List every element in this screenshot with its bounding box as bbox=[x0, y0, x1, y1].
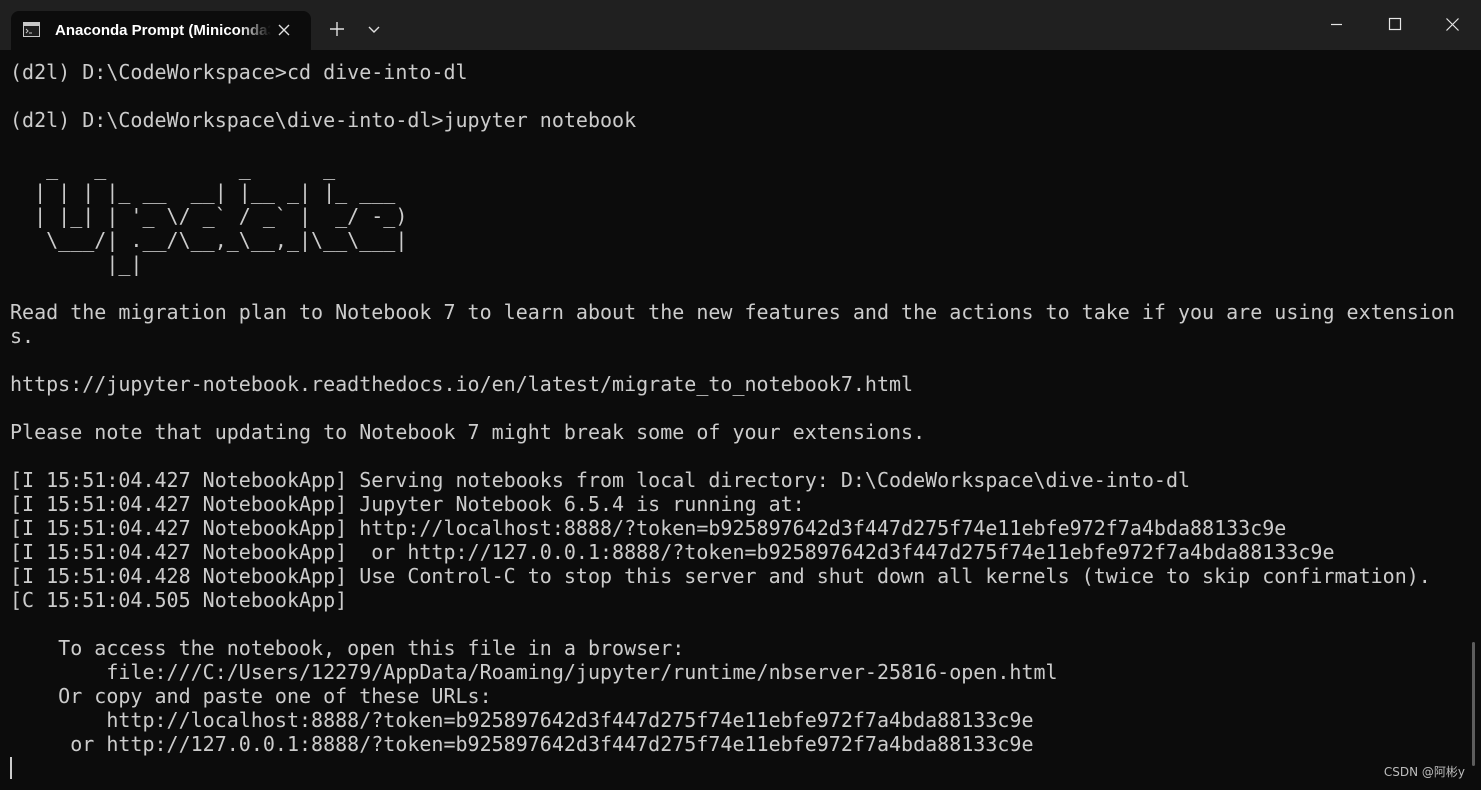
jupyter-ascii-art-line: | | | |_ __ __| |__ _| |_ ___ bbox=[10, 180, 396, 204]
jupyter-ascii-art-line: |_| bbox=[10, 252, 143, 276]
text-cursor bbox=[10, 757, 12, 779]
close-icon bbox=[1423, 0, 1481, 50]
terminal-line: https://jupyter-notebook.readthedocs.io/… bbox=[10, 372, 914, 396]
close-icon[interactable] bbox=[275, 21, 293, 39]
scrollbar[interactable] bbox=[1472, 642, 1475, 766]
maximize-icon bbox=[1365, 0, 1423, 50]
jupyter-ascii-art-line: \___/| .__/\__,_\__,_|\__\___| bbox=[10, 228, 408, 252]
terminal-line: s. bbox=[10, 324, 35, 348]
terminal-line: Please note that updating to Notebook 7 … bbox=[10, 420, 926, 444]
terminal-line: or http://127.0.0.1:8888/?token=b9258976… bbox=[10, 732, 1034, 756]
log-line: [I 15:51:04.427 NotebookApp] Serving not… bbox=[10, 468, 1191, 492]
jupyter-ascii-art-line: _ _ _ _ bbox=[10, 156, 336, 180]
terminal-output[interactable]: (d2l) D:\CodeWorkspace>cd dive-into-dl (… bbox=[0, 50, 1481, 790]
jupyter-ascii-art-line: | |_| | '_ \/ _` / _` | _/ -_) bbox=[10, 204, 408, 228]
log-line: [I 15:51:04.427 NotebookApp] http://loca… bbox=[10, 516, 1287, 540]
plus-icon bbox=[320, 12, 354, 46]
chevron-down-icon bbox=[358, 12, 390, 46]
log-line: [I 15:51:04.427 NotebookApp] Jupyter Not… bbox=[10, 492, 805, 516]
tab-anaconda-prompt[interactable]: Anaconda Prompt (Miniconda3) bbox=[11, 11, 311, 50]
log-line: [C 15:51:04.505 NotebookApp] bbox=[10, 588, 348, 612]
watermark: CSDN @阿彬y bbox=[1383, 765, 1465, 779]
terminal-icon bbox=[23, 22, 40, 37]
log-line: [I 15:51:04.427 NotebookApp] or http://1… bbox=[10, 540, 1335, 564]
tab-dropdown-button[interactable] bbox=[358, 12, 390, 46]
terminal-line: (d2l) D:\CodeWorkspace>cd dive-into-dl bbox=[10, 60, 468, 84]
tab-title: Anaconda Prompt (Miniconda3) bbox=[55, 22, 271, 39]
maximize-button[interactable] bbox=[1365, 0, 1423, 50]
terminal-window: Anaconda Prompt (Miniconda3) (d2l) D:\Co… bbox=[0, 0, 1481, 790]
log-line: [I 15:51:04.428 NotebookApp] Use Control… bbox=[10, 564, 1431, 588]
terminal-line: Or copy and paste one of these URLs: bbox=[10, 684, 492, 708]
terminal-line: Read the migration plan to Notebook 7 to… bbox=[10, 300, 1455, 324]
terminal-line: (d2l) D:\CodeWorkspace\dive-into-dl>jupy… bbox=[10, 108, 637, 132]
close-window-button[interactable] bbox=[1423, 0, 1481, 50]
minimize-icon bbox=[1307, 0, 1365, 50]
title-bar[interactable]: Anaconda Prompt (Miniconda3) bbox=[0, 0, 1481, 50]
minimize-button[interactable] bbox=[1307, 0, 1365, 50]
terminal-line: file:///C:/Users/12279/AppData/Roaming/j… bbox=[10, 660, 1058, 684]
terminal-line: To access the notebook, open this file i… bbox=[10, 636, 685, 660]
new-tab-button[interactable] bbox=[320, 12, 354, 46]
terminal-line: http://localhost:8888/?token=b925897642d… bbox=[10, 708, 1034, 732]
